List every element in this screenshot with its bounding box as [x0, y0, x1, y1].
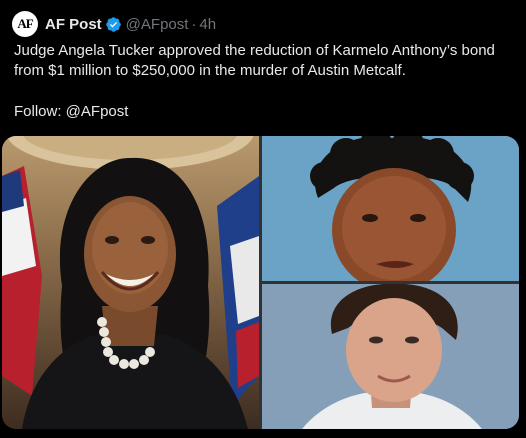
display-name[interactable]: AF Post — [45, 16, 102, 33]
media-image-judge[interactable] — [2, 136, 259, 429]
tweet-text: Judge Angela Tucker approved the reducti… — [14, 41, 514, 122]
tweet[interactable]: AF AF Post @AFpost · 4h Judge Angela Tuc… — [0, 0, 526, 438]
media-grid — [2, 136, 519, 429]
verified-badge-icon — [105, 16, 122, 33]
media-image-portrait[interactable] — [262, 284, 519, 429]
handle[interactable]: @AFpost — [126, 16, 189, 33]
avatar[interactable]: AF — [12, 11, 38, 37]
tweet-header: AF AF Post @AFpost · 4h — [12, 11, 216, 37]
timestamp[interactable]: 4h — [199, 16, 216, 33]
media-image-mugshot[interactable] — [262, 136, 519, 281]
tweet-text-main: Judge Angela Tucker approved the reducti… — [14, 42, 495, 79]
separator-dot: · — [191, 15, 197, 33]
avatar-text: AF — [17, 16, 33, 31]
tweet-text-follow: Follow: @AFpost — [14, 103, 129, 120]
